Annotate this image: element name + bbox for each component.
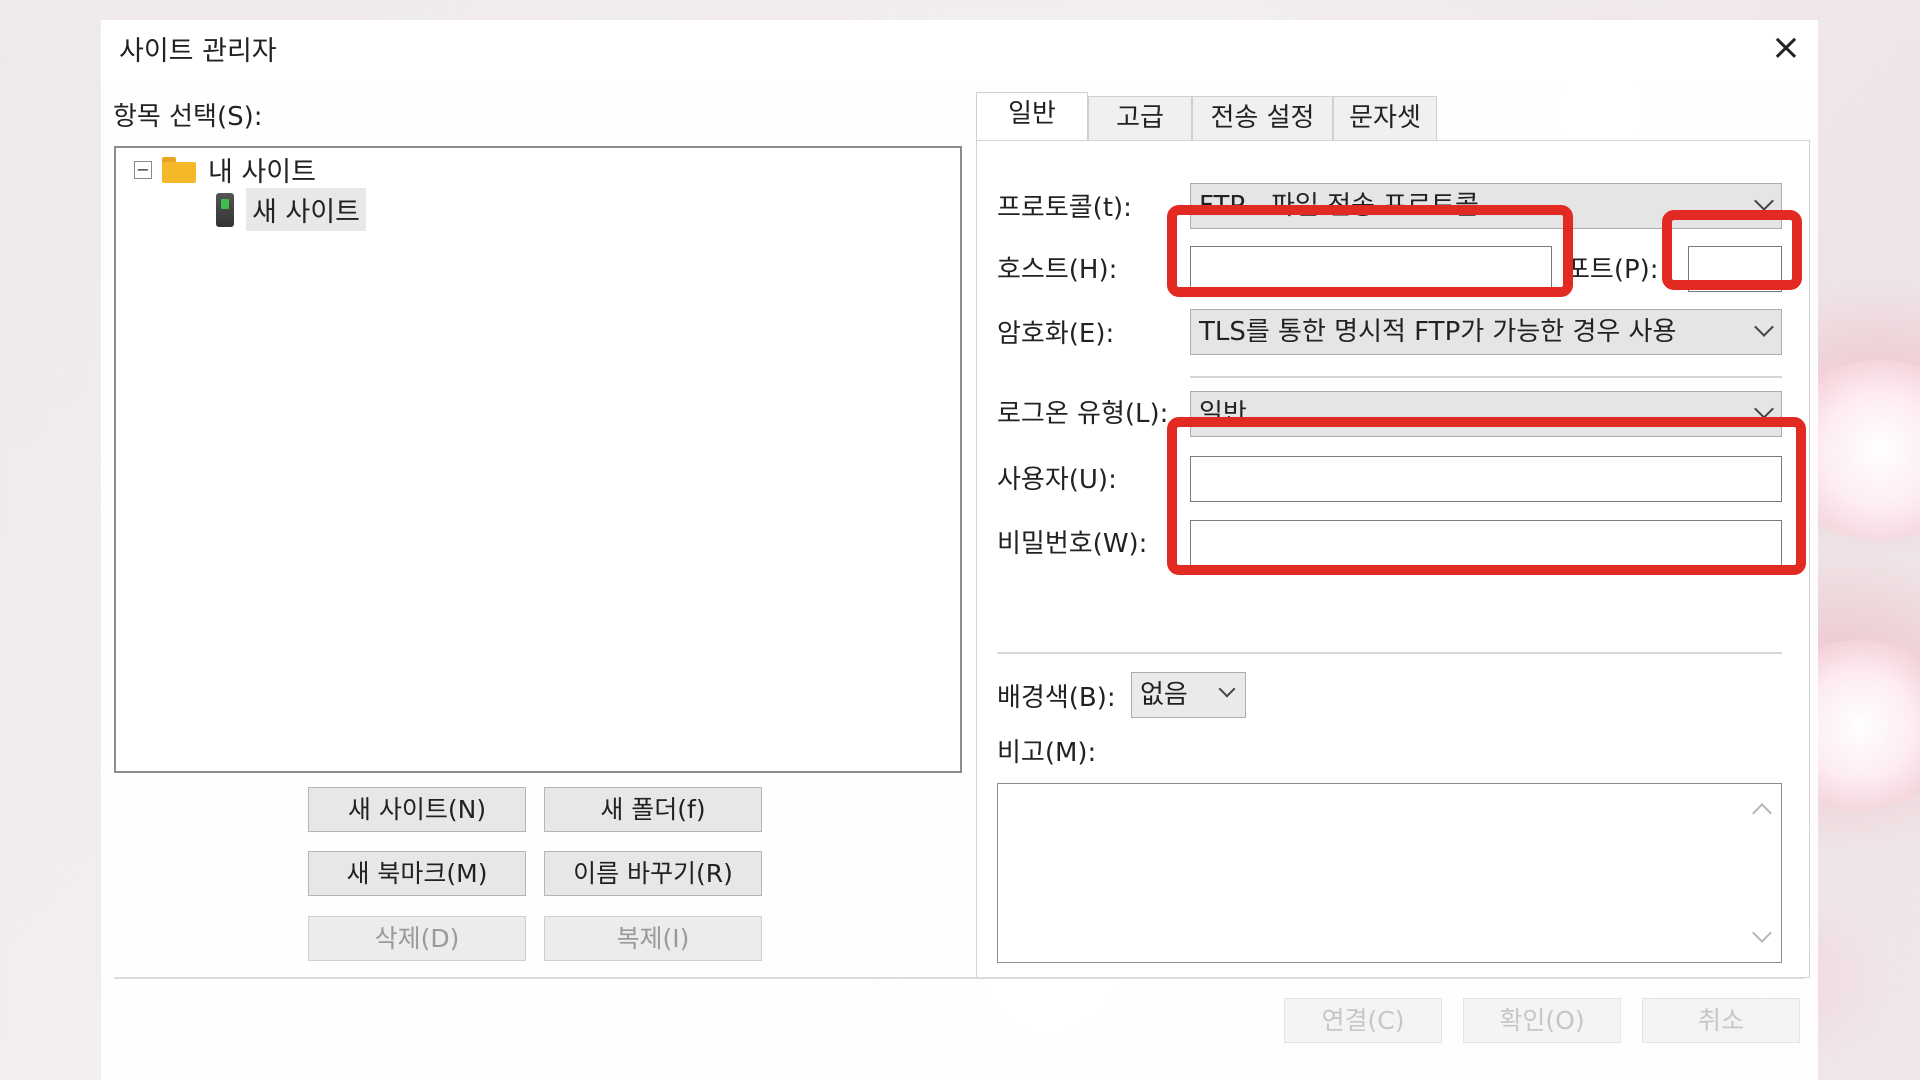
rename-button[interactable]: 이름 바꾸기(R) xyxy=(544,851,762,896)
window-title: 사이트 관리자 xyxy=(119,36,277,67)
encryption-select[interactable]: TLS를 통한 명시적 FTP가 가능한 경우 사용 xyxy=(1190,309,1782,355)
new-site-button[interactable]: 새 사이트(N) xyxy=(308,787,526,832)
port-label: 포트(P): xyxy=(1566,255,1659,285)
folder-icon xyxy=(162,156,196,183)
password-label: 비밀번호(W): xyxy=(997,529,1148,559)
collapse-icon[interactable]: − xyxy=(134,160,152,179)
memo-textarea[interactable] xyxy=(997,783,1782,963)
scroll-up-icon[interactable] xyxy=(1752,803,1772,823)
new-folder-button[interactable]: 새 폴더(f) xyxy=(544,787,762,832)
footer-separator xyxy=(114,977,1804,979)
host-highlight xyxy=(1167,205,1573,297)
user-label: 사용자(U): xyxy=(997,465,1117,495)
background-color-select[interactable]: 없음 xyxy=(1131,672,1246,718)
site-manager-window: 사이트 관리자 × 항목 선택(S): − 내 사이트 새 사이트 새 사이트(… xyxy=(101,20,1818,1080)
ok-button[interactable]: 확인(O) xyxy=(1463,998,1621,1043)
delete-button[interactable]: 삭제(D) xyxy=(308,916,526,961)
encryption-value: TLS를 통한 명시적 FTP가 가능한 경우 사용 xyxy=(1199,317,1677,347)
port-highlight xyxy=(1662,210,1802,290)
tab-charset[interactable]: 문자셋 xyxy=(1333,96,1437,140)
chevron-down-icon xyxy=(1754,399,1774,419)
tab-transfer-settings[interactable]: 전송 설정 xyxy=(1192,96,1333,140)
tree-node-my-sites[interactable]: − 내 사이트 xyxy=(134,150,316,189)
close-icon[interactable]: × xyxy=(1764,26,1808,70)
host-label: 호스트(H): xyxy=(997,255,1118,285)
separator xyxy=(1190,376,1782,378)
title-bar: 사이트 관리자 × xyxy=(101,20,1818,82)
credentials-highlight xyxy=(1167,417,1806,575)
memo-label: 비고(M): xyxy=(997,738,1097,768)
tree-node-label: 내 사이트 xyxy=(208,157,316,188)
chevron-down-icon xyxy=(1754,191,1774,211)
encryption-label: 암호화(E): xyxy=(997,319,1115,349)
select-entry-label: 항목 선택(S): xyxy=(113,102,263,132)
logon-type-label: 로그온 유형(L): xyxy=(997,399,1169,429)
tree-node-label: 새 사이트 xyxy=(246,188,366,231)
protocol-label: 프로토콜(t): xyxy=(997,193,1132,223)
cancel-button[interactable]: 취소 xyxy=(1642,998,1800,1043)
tab-advanced[interactable]: 고급 xyxy=(1088,96,1192,140)
connect-button[interactable]: 연결(C) xyxy=(1284,998,1442,1043)
tree-node-new-site[interactable]: 새 사이트 xyxy=(216,188,366,231)
chevron-down-icon xyxy=(1218,680,1236,698)
separator xyxy=(997,652,1782,654)
duplicate-button[interactable]: 복제(I) xyxy=(544,916,762,961)
site-tree[interactable]: − 내 사이트 새 사이트 xyxy=(114,146,962,773)
background-color-label: 배경색(B): xyxy=(997,683,1116,713)
chevron-down-icon xyxy=(1754,317,1774,337)
server-icon xyxy=(216,192,234,227)
tab-general[interactable]: 일반 xyxy=(976,92,1088,140)
background-color-value: 없음 xyxy=(1140,680,1188,710)
scroll-down-icon[interactable] xyxy=(1752,923,1772,943)
new-bookmark-button[interactable]: 새 북마크(M) xyxy=(308,851,526,896)
